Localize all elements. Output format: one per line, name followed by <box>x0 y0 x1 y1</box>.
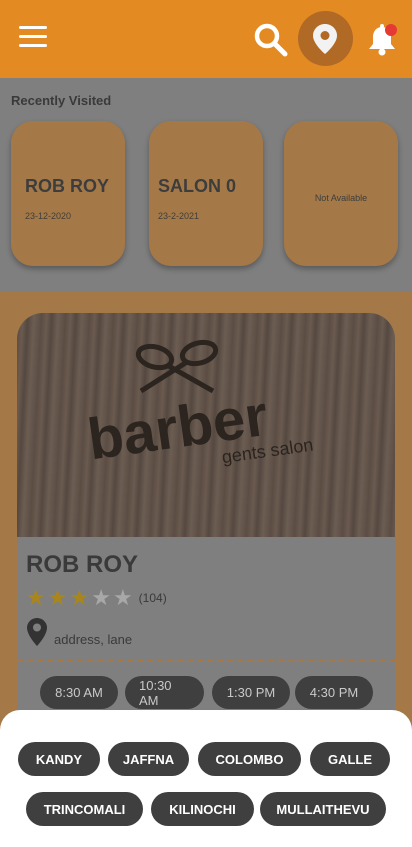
rating-stars: ★ ★ ★ ★ ★ (104) <box>26 587 167 609</box>
salon-image: barber gents salon <box>17 313 395 537</box>
salon-card[interactable]: barber gents salon ROB ROY ★ ★ ★ ★ ★ (10… <box>17 313 395 733</box>
star-icon: ★ <box>69 585 90 610</box>
notification-badge <box>385 24 397 36</box>
time-slot-button[interactable]: 8:30 AM <box>40 676 118 709</box>
address-pin-icon <box>27 618 47 646</box>
star-icon: ★ <box>47 585 68 610</box>
recent-card-empty[interactable]: Not Available <box>284 121 398 266</box>
recent-card-name: ROB ROY <box>25 176 110 196</box>
recent-card-rob-roy[interactable]: ROB ROY 23-12-2020 <box>11 121 125 266</box>
location-chip-trincomali[interactable]: TRINCOMALI <box>26 792 143 826</box>
divider <box>17 660 395 662</box>
search-icon[interactable] <box>253 22 289 58</box>
location-chip-colombo[interactable]: COLOMBO <box>198 742 301 776</box>
app-header <box>0 0 412 78</box>
recent-card-date: 23-12-2020 <box>25 211 72 221</box>
scissors-icon <box>135 339 219 394</box>
location-filter-sheet: KANDY JAFFNA COLOMBO GALLE TRINCOMALI KI… <box>0 710 412 847</box>
time-slot-button[interactable]: 1:30 PM <box>212 676 290 709</box>
location-chip-mullaithevu[interactable]: MULLAITHEVU <box>260 792 386 826</box>
not-available-label: Not Available <box>314 193 368 203</box>
salon-name: ROB ROY <box>26 551 139 578</box>
star-icon: ★ <box>112 585 133 610</box>
location-chip-jaffna[interactable]: JAFFNA <box>108 742 189 776</box>
recent-card-name: SALON 0 <box>158 176 237 196</box>
salon-address: address, lane <box>54 632 133 647</box>
hamburger-menu-icon[interactable] <box>19 26 49 50</box>
location-pin-icon <box>313 24 337 54</box>
location-chip-kilinochi[interactable]: KILINOCHI <box>151 792 254 826</box>
location-chip-galle[interactable]: GALLE <box>310 742 390 776</box>
recent-card-date: 23-2-2021 <box>158 211 200 221</box>
time-slot-button[interactable]: 4:30 PM <box>295 676 373 709</box>
recently-visited-title: Recently Visited <box>11 93 112 108</box>
review-count: (104) <box>138 591 167 605</box>
recently-visited-section: Recently Visited ROB ROY 23-12-2020 SALO… <box>0 78 412 292</box>
star-icon: ★ <box>91 585 111 610</box>
star-icon: ★ <box>26 585 46 610</box>
location-button[interactable] <box>298 11 353 66</box>
time-slot-button[interactable]: 10:30 AM <box>125 676 204 709</box>
location-chip-kandy[interactable]: KANDY <box>18 742 100 776</box>
recent-card-salon-0[interactable]: SALON 0 23-2-2021 <box>149 121 263 266</box>
